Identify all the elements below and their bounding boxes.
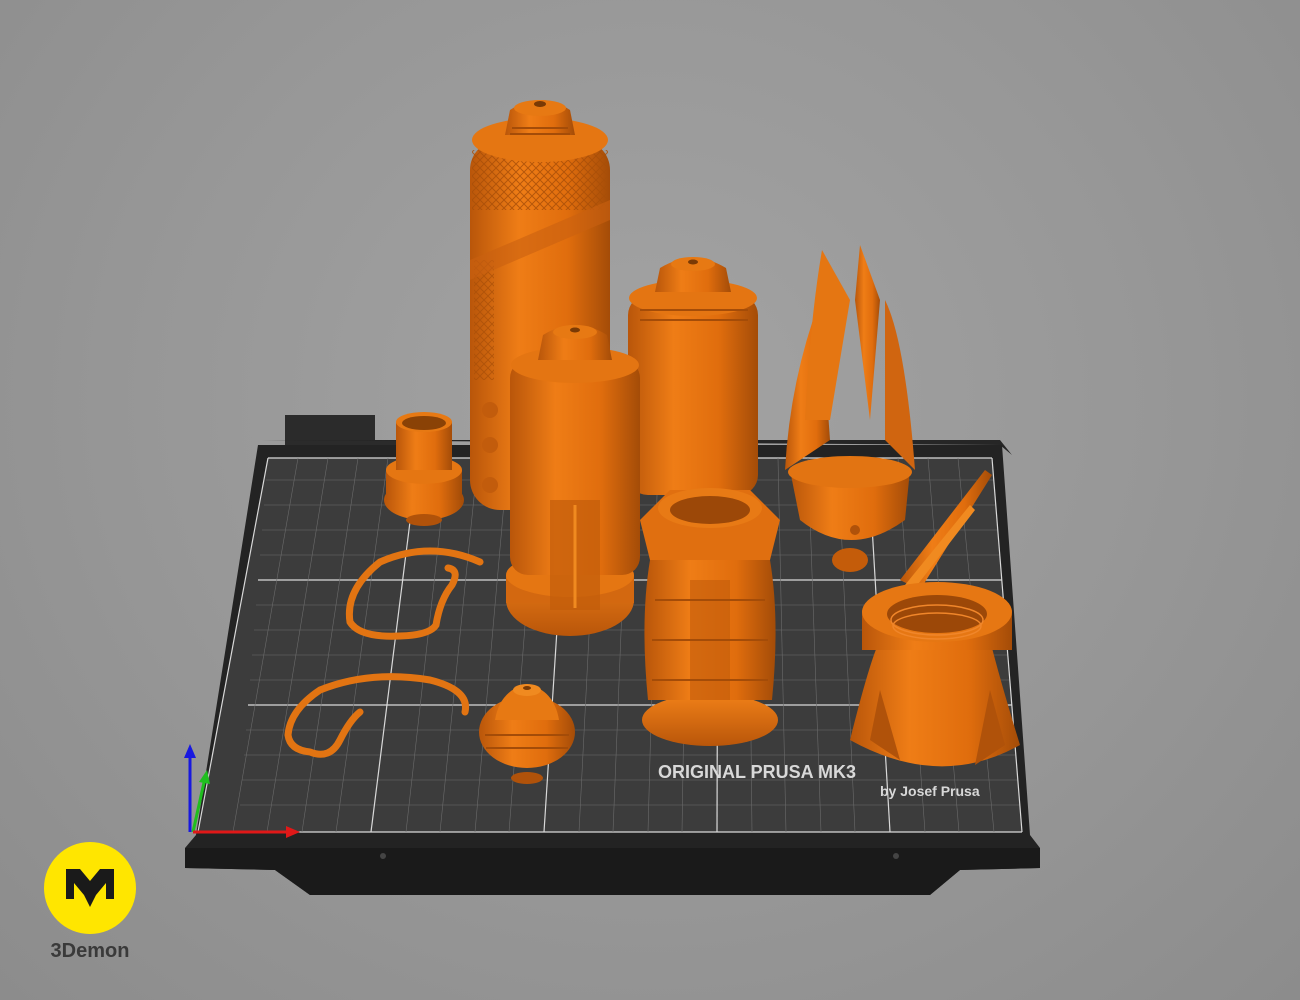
bed-model-sublabel: by Josef Prusa (880, 783, 980, 799)
part-crown-claw[interactable] (785, 245, 915, 572)
3demon-logo-icon (44, 842, 136, 934)
3demon-logo-glyph (66, 869, 114, 907)
brand-name: 3Demon (50, 940, 130, 962)
part-threaded-socket[interactable] (850, 582, 1020, 767)
3d-viewport[interactable]: ORIGINAL PRUSA MK3 by Josef Prusa (0, 0, 1300, 1000)
bed-model-label: ORIGINAL PRUSA MK3 (658, 762, 856, 782)
part-front-cylinder[interactable] (506, 325, 640, 636)
part-medium-cylinder[interactable] (628, 257, 758, 495)
part-small-ring[interactable] (384, 412, 464, 526)
part-hex-core[interactable] (640, 488, 780, 746)
